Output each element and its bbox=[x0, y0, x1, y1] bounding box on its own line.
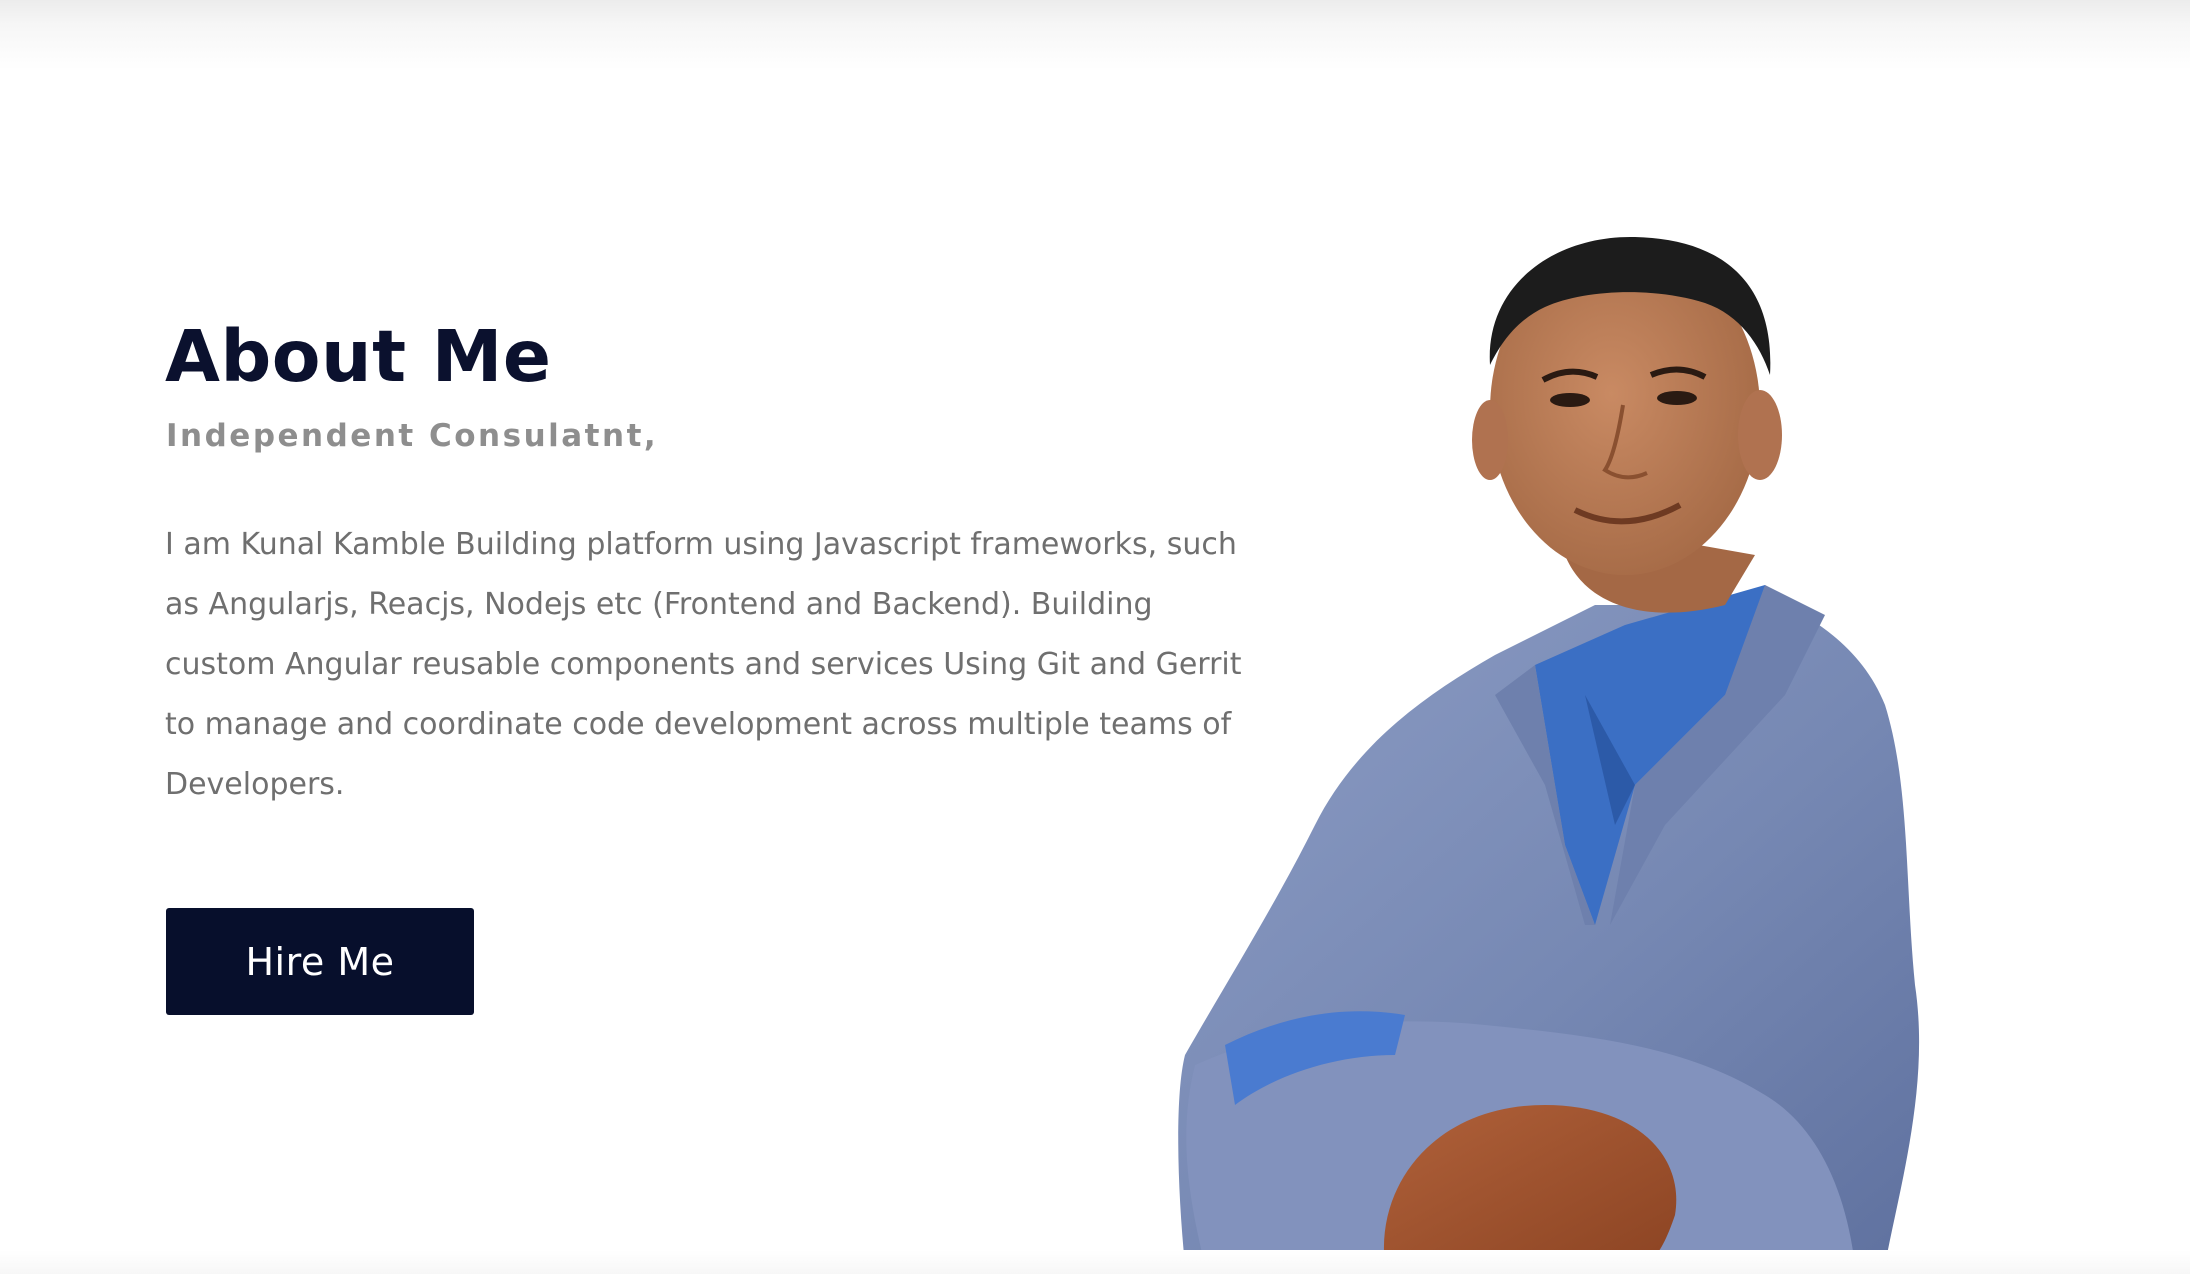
page-title: About Me bbox=[165, 315, 552, 398]
profile-photo bbox=[1165, 225, 2005, 1265]
about-description: I am Kunal Kamble Building platform usin… bbox=[165, 527, 1242, 802]
about-subtitle: Independent Consulatnt, bbox=[166, 418, 659, 454]
about-section: About Me Independent Consulatnt, I am Ku… bbox=[0, 0, 2190, 1274]
hire-me-button[interactable]: Hire Me bbox=[166, 908, 474, 1015]
person-portrait-icon bbox=[1178, 236, 1920, 1265]
section-divider bbox=[0, 1250, 2190, 1274]
